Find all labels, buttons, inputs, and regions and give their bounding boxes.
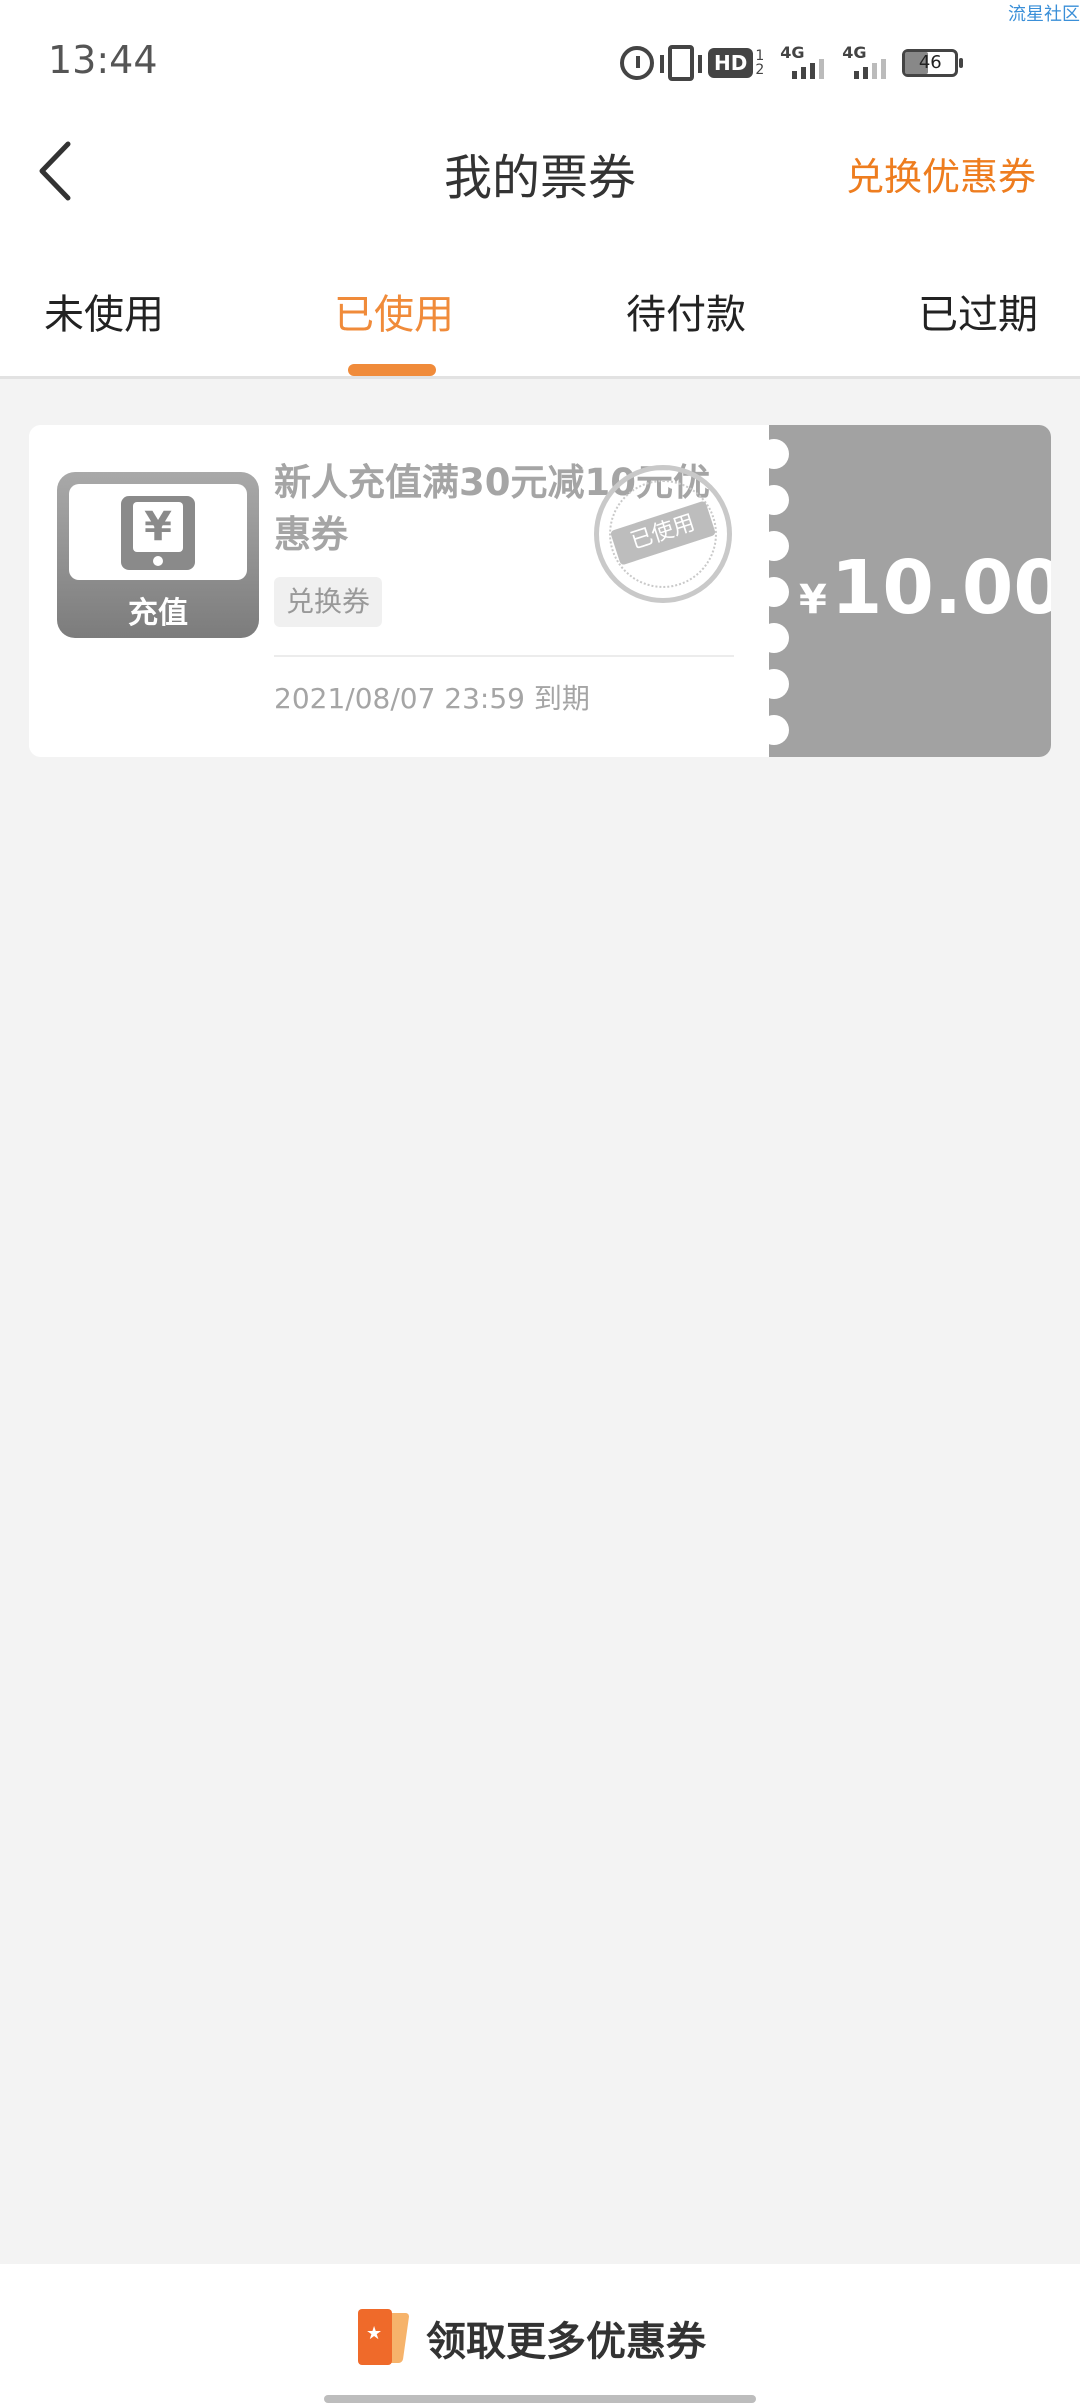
ticket-notch [759, 669, 789, 699]
coupon-type-badge: 兑换券 [274, 577, 383, 627]
signal-4g-icon: 4G [778, 43, 826, 81]
signal-4g-icon: 4G [840, 43, 888, 81]
coupon-card[interactable]: ¥ 充值 新人充值满30元减10元优惠券 兑换券 2021/08/07 23:5… [29, 425, 1051, 757]
watermark: 流星社区 [1008, 4, 1080, 25]
ticket-notch [759, 623, 789, 653]
recharge-icon-label: 充值 [128, 596, 188, 631]
status-icons: HD 1 2 4G 4G 46 [620, 40, 964, 86]
coupon-expiry: 2021/08/07 23:59 到期 [274, 682, 590, 715]
hd-label: HD [708, 48, 754, 78]
signal-bars [792, 59, 825, 79]
amount-value: 10.00 [830, 545, 1051, 631]
tab-divider [0, 376, 1080, 379]
alarm-icon [620, 46, 654, 80]
hd-icon: HD 1 2 [708, 48, 764, 78]
card-divider [274, 655, 734, 657]
page: 流星社区 13:44 HD 1 2 4G 4G 46 我的票券 兑换优惠券 未使… [0, 0, 1080, 2408]
status-time: 13:44 [48, 38, 158, 82]
phone-button-dot [153, 556, 163, 566]
ticket-notch [759, 715, 789, 745]
ticket-notch [759, 439, 789, 469]
redeem-coupon-button[interactable]: 兑换优惠券 [846, 146, 1036, 201]
home-indicator[interactable] [324, 2395, 756, 2403]
tab-pending-payment[interactable]: 待付款 [626, 282, 746, 340]
ticket-icon [354, 2309, 410, 2367]
tab-unused[interactable]: 未使用 [44, 282, 164, 340]
recharge-icon: ¥ 充值 [57, 472, 259, 638]
tab-expired[interactable]: 已过期 [918, 282, 1038, 340]
ticket-notch [759, 531, 789, 561]
battery-icon: 46 [902, 49, 964, 77]
coupon-amount: ¥10.00 [799, 545, 1051, 631]
signal-bars [854, 59, 887, 79]
hd-sub: 1 2 [755, 48, 765, 78]
tab-used[interactable]: 已使用 [334, 282, 454, 340]
ticket-notch [759, 577, 789, 607]
tab-indicator [348, 364, 436, 376]
get-more-coupons-label: 领取更多优惠券 [426, 2319, 706, 2365]
currency-symbol: ¥ [799, 577, 827, 623]
used-stamp-icon: 已使用 [594, 465, 732, 603]
bottom-bar: 领取更多优惠券 [0, 2264, 1080, 2408]
ticket-notch [759, 485, 789, 515]
tab-bar: 未使用 已使用 待付款 已过期 [0, 270, 1080, 376]
vibrate-icon [660, 45, 702, 81]
yen-glyph: ¥ [133, 502, 183, 552]
phone-icon: ¥ [121, 496, 195, 570]
get-more-coupons-button[interactable]: 领取更多优惠券 [354, 2308, 706, 2368]
battery-level: 46 [918, 52, 942, 73]
